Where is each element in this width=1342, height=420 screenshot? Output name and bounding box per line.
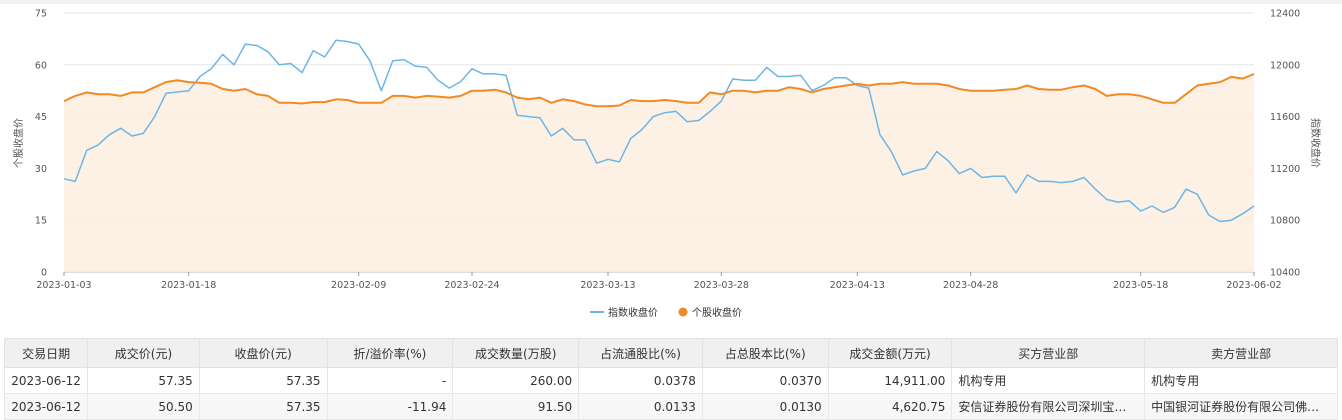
chart-legend: 指数收盘价 个股收盘价: [590, 306, 742, 319]
x-tick-label: 2023-01-03: [36, 280, 91, 291]
th-amount[interactable]: 成交金额(万元): [827, 338, 953, 368]
cell-buyer[interactable]: 机构专用: [951, 367, 1146, 394]
cell-premium-rate: -: [326, 367, 454, 394]
block-trade-table: 交易日期 成交价(元) 收盘价(元) 折/溢价率(%) 成交数量(万股) 占流通…: [3, 338, 1338, 420]
x-tick-label: 2023-04-28: [943, 280, 998, 291]
cell-close-price: 57.35: [198, 367, 328, 394]
cell-buyer[interactable]: 安信证券股份有限公司深圳宝安…: [951, 393, 1146, 420]
th-premium-rate[interactable]: 折/溢价率(%): [326, 338, 454, 368]
y-right-axis-label: 指数收盘价: [1309, 118, 1322, 168]
x-tick-label: 2023-02-24: [444, 280, 499, 291]
cell-trade-date: 2023-06-12: [3, 367, 89, 394]
y-right-tick-label: 12400: [1270, 9, 1300, 20]
th-volume[interactable]: 成交数量(万股): [452, 338, 580, 368]
table-row: 2023-06-12 50.50 57.35 -11.94 91.50 0.01…: [3, 393, 1338, 420]
cell-amount: 4,620.75: [827, 393, 953, 420]
cell-amount: 14,911.00: [827, 367, 953, 394]
y-right-tick-label: 10400: [1270, 268, 1300, 279]
y-right-tick-label: 12000: [1270, 60, 1300, 71]
legend-swatch-stock: [678, 307, 688, 317]
x-tick-label: 2023-02-09: [331, 280, 386, 291]
th-total-ratio[interactable]: 占总股本比(%): [701, 338, 829, 368]
legend-label-stock: 个股收盘价: [692, 306, 742, 319]
cell-total-ratio: 0.0130: [701, 393, 829, 420]
cell-trade-price: 50.50: [87, 393, 200, 420]
y-right-tick-label: 11200: [1270, 164, 1300, 175]
cell-seller[interactable]: 中国银河证券股份有限公司佛山…: [1144, 393, 1338, 420]
y-left-tick-label: 75: [35, 9, 47, 20]
cell-premium-rate: -11.94: [326, 393, 454, 420]
cell-trade-price: 57.35: [87, 367, 200, 394]
y-left-axis-label: 个股收盘价: [12, 118, 25, 168]
cell-trade-date: 2023-06-12: [3, 393, 89, 420]
line-chart-svg: 0 15 30 45 60 75 10400 10800 11200 11600 12000 1240…: [12, 9, 1322, 320]
x-tick-label: 2023-03-28: [694, 280, 749, 291]
x-tick-label: 2023-05-18: [1113, 280, 1168, 291]
y-left-tick-label: 0: [41, 268, 47, 279]
x-tick-label: 2023-01-18: [161, 280, 216, 291]
y-left-tick-label: 45: [35, 112, 47, 123]
stock-area: [64, 74, 1254, 272]
th-trade-price[interactable]: 成交价(元): [87, 338, 200, 368]
legend-label-index: 指数收盘价: [608, 306, 658, 319]
th-buyer[interactable]: 买方营业部: [951, 338, 1146, 368]
y-right-tick-label: 10800: [1270, 216, 1300, 227]
cell-close-price: 57.35: [198, 393, 328, 420]
legend-item-index[interactable]: 指数收盘价: [590, 306, 658, 319]
y-right-tick-label: 11600: [1270, 112, 1300, 123]
legend-item-stock[interactable]: 个股收盘价: [678, 306, 743, 319]
th-trade-date[interactable]: 交易日期: [3, 338, 89, 368]
th-seller[interactable]: 卖方营业部: [1144, 338, 1338, 368]
th-float-ratio[interactable]: 占流通股比(%): [578, 338, 703, 368]
y-left-tick-label: 60: [35, 60, 47, 71]
cell-seller[interactable]: 机构专用: [1144, 367, 1338, 394]
cell-volume: 91.50: [452, 393, 580, 420]
cell-volume: 260.00: [452, 367, 580, 394]
area-layer: [64, 74, 1254, 272]
price-chart: 0 15 30 45 60 75 10400 10800 11200 11600 12000 1240…: [0, 0, 1342, 330]
th-close-price[interactable]: 收盘价(元): [198, 338, 328, 368]
y-left-tick-label: 30: [35, 164, 47, 175]
x-tick-label: 2023-04-13: [830, 280, 885, 291]
x-tick-label: 2023-06-02: [1226, 280, 1281, 291]
cell-float-ratio: 0.0378: [578, 367, 703, 394]
y-left-tick-label: 15: [35, 216, 47, 227]
cell-total-ratio: 0.0370: [701, 367, 829, 394]
table-header-row: 交易日期 成交价(元) 收盘价(元) 折/溢价率(%) 成交数量(万股) 占流通…: [3, 338, 1338, 368]
cell-float-ratio: 0.0133: [578, 393, 703, 420]
x-tick-label: 2023-03-13: [580, 280, 635, 291]
table-row: 2023-06-12 57.35 57.35 - 260.00 0.0378 0…: [3, 367, 1338, 394]
